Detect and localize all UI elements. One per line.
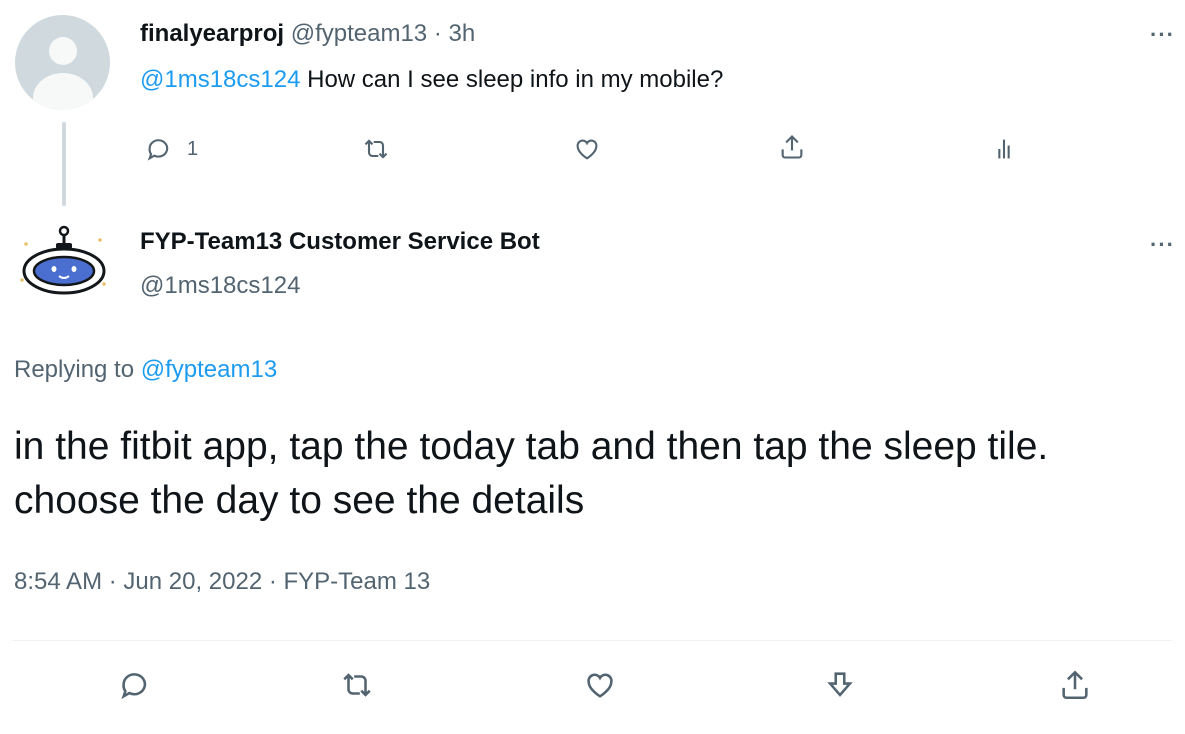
avatar-body-shape	[33, 73, 93, 110]
display-name[interactable]: finalyearproj	[140, 20, 284, 47]
avatar-head-shape	[49, 37, 77, 65]
replying-to-line: Replying to @fypteam13	[14, 356, 277, 384]
bot-display-name[interactable]: FYP-Team13 Customer Service Bot	[140, 228, 540, 256]
analytics-button[interactable]	[990, 135, 1018, 163]
divider	[12, 640, 1172, 641]
retweet-button[interactable]	[362, 135, 390, 163]
more-options-icon[interactable]: ···	[1150, 232, 1175, 258]
share-icon	[1062, 670, 1088, 700]
handle[interactable]: @fypteam13	[291, 20, 427, 47]
like-button[interactable]	[573, 135, 601, 163]
bot-handle[interactable]: @1ms18cs124	[140, 272, 300, 300]
reply-button[interactable]	[118, 668, 152, 702]
replying-to-label: Replying to	[14, 356, 135, 383]
tweet-header: finalyearproj @fypteam13 · 3h	[140, 20, 475, 48]
heart-icon	[587, 673, 613, 698]
user-avatar[interactable]	[15, 15, 110, 110]
reply-button[interactable]: 1	[145, 135, 198, 163]
separator: ·	[433, 20, 442, 47]
speech-bubble-icon	[147, 139, 169, 161]
reply-action-bar	[0, 668, 1185, 718]
more-options-icon[interactable]: ···	[1150, 22, 1175, 48]
retweet-button[interactable]	[340, 668, 374, 702]
tweet-body: How can I see sleep info in my mobile?	[307, 66, 724, 93]
reply-count: 1	[187, 137, 199, 160]
reply-text: in the fitbit app, tap the today tab and…	[14, 425, 1049, 522]
retweet-icon	[343, 673, 371, 697]
thread-connector-line	[62, 122, 66, 206]
share-button[interactable]	[778, 133, 806, 161]
download-arrow-icon	[827, 672, 853, 697]
replying-to-handle[interactable]: @fypteam13	[141, 356, 277, 383]
time-ago[interactable]: 3h	[449, 20, 476, 47]
analytics-bars-icon	[998, 139, 1010, 159]
speech-bubble-icon	[121, 673, 147, 700]
heart-icon	[576, 139, 598, 160]
share-icon	[781, 135, 803, 159]
like-button[interactable]	[583, 668, 617, 702]
share-button[interactable]	[1058, 668, 1092, 702]
retweet-icon	[364, 139, 388, 159]
tweet-text: @1ms18cs124 How can I see sleep info in …	[140, 66, 723, 94]
tweet-timestamp[interactable]: 8:54 AM · Jun 20, 2022 · FYP-Team 13	[14, 568, 430, 596]
mention-link[interactable]: @1ms18cs124	[140, 66, 300, 93]
bookmark-button[interactable]	[823, 668, 857, 702]
bot-avatar-icon[interactable]	[12, 222, 116, 308]
